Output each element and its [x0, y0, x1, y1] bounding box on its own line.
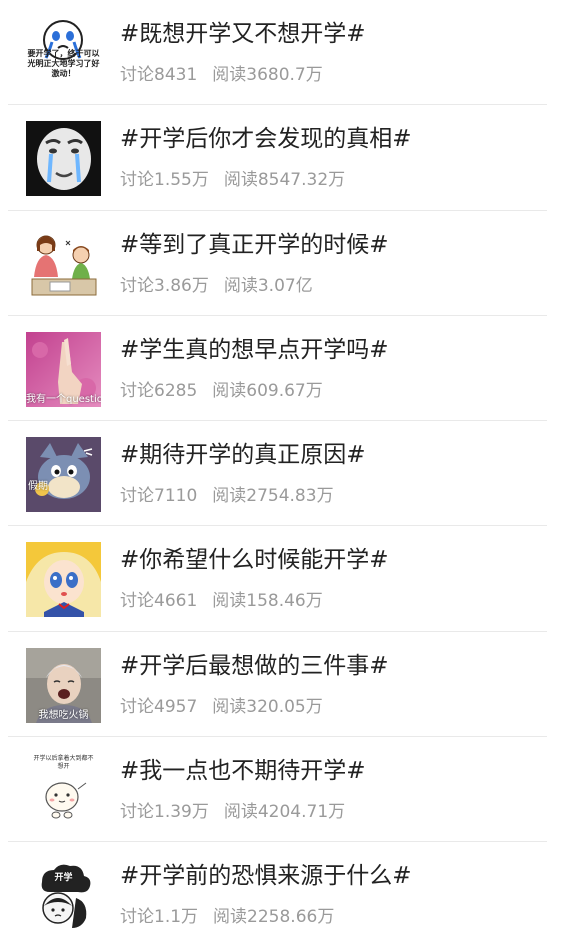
topic-item[interactable]: #开学后你才会发现的真相# 讨论1.55万 阅读8547.32万 [0, 105, 585, 211]
mother-child-homework-image [26, 226, 101, 302]
image-caption: 开学 [54, 873, 73, 884]
topic-title[interactable]: #我一点也不期待开学# [120, 751, 366, 785]
image-caption: 要开学了，终于可以光明正大地学习了好激动！ [27, 49, 100, 78]
topic-stats: 讨论1.39万 阅读4204.71万 [120, 797, 345, 822]
read-count: 阅读2754.83万 [212, 486, 334, 507]
topic-stats: 讨论4957 阅读320.05万 [120, 692, 323, 717]
discussion-count: 讨论6285 [120, 380, 198, 401]
image-caption: 开学以后拿着大到都不想开 [33, 755, 94, 771]
read-count: 阅读158.46万 [212, 591, 323, 612]
topic-item[interactable]: 开学以后拿着大到都不想开 #我一点也不期待开学# 讨论1.39万 阅读4204.7… [0, 737, 585, 843]
read-count: 阅读3.07亿 [223, 275, 313, 296]
read-count: 阅读3680.7万 [212, 65, 323, 85]
crying-emoji-image: 要开学了，终于可以光明正大地学习了好激动！ [26, 16, 101, 91]
discussion-count: 讨论1.55万 [120, 170, 209, 191]
topic-list: 要开学了，终于可以光明正大地学习了好激动！ #既想开学又不想开学# 讨论8431… [0, 0, 585, 948]
fear-cloud-image: 开学 [26, 858, 101, 934]
read-count: 阅读8547.32万 [223, 170, 346, 191]
topic-item[interactable]: 假期 #期待开学的真正原因# 讨论7110 阅读2754.83万 [0, 421, 585, 527]
read-count: 阅读609.67万 [212, 380, 323, 401]
topic-item[interactable]: 我想吃火锅 #开学后最想做的三件事# 讨论4957 阅读320.05万 [0, 632, 585, 738]
topic-item[interactable]: 我有一个question #学生真的想早点开学吗# 讨论6285 阅读609.67… [0, 316, 585, 422]
anime-girl-image [26, 542, 101, 618]
read-count: 阅读2258.66万 [213, 907, 335, 928]
topic-stats: 讨论1.1万 阅读2258.66万 [120, 902, 334, 927]
topic-item[interactable]: #等到了真正开学的时候# 讨论3.86万 阅读3.07亿 [0, 211, 585, 317]
image-caption: 我有一个question [26, 393, 101, 405]
read-count: 阅读4204.71万 [223, 802, 346, 823]
topic-stats: 讨论4661 阅读158.46万 [120, 586, 323, 611]
topic-title[interactable]: #既想开学又不想开学# [120, 14, 366, 48]
topic-stats: 讨论6285 阅读609.67万 [120, 376, 323, 401]
read-count: 阅读320.05万 [212, 696, 323, 717]
topic-title[interactable]: #学生真的想早点开学吗# [120, 330, 389, 364]
crying-person-image: 我想吃火锅 [26, 647, 101, 723]
topic-title[interactable]: #期待开学的真正原因# [120, 435, 366, 469]
discussion-count: 讨论8431 [120, 65, 198, 85]
topic-title[interactable]: #你希望什么时候能开学# [120, 540, 389, 574]
topic-title[interactable]: #等到了真正开学的时候# [120, 225, 389, 259]
discussion-count: 讨论3.86万 [120, 275, 209, 296]
image-caption: 我想吃火锅 [38, 709, 89, 721]
topic-item[interactable]: 要开学了，终于可以光明正大地学习了好激动！ #既想开学又不想开学# 讨论8431… [0, 0, 585, 106]
tom-cat-image: 假期 [26, 437, 101, 513]
topic-title[interactable]: #开学后你才会发现的真相# [120, 119, 412, 153]
discussion-count: 讨论4661 [120, 591, 198, 612]
topic-stats: 讨论1.55万 阅读8547.32万 [120, 165, 345, 190]
discussion-count: 讨论1.1万 [120, 907, 199, 928]
discussion-count: 讨论1.39万 [120, 802, 209, 823]
topic-title[interactable]: #开学后最想做的三件事# [120, 646, 389, 680]
topic-item[interactable]: #你希望什么时候能开学# 讨论4661 阅读158.46万 [0, 526, 585, 633]
topic-stats: 讨论8431 阅读3680.7万 [120, 60, 323, 85]
discussion-count: 讨论4957 [120, 696, 198, 717]
image-caption: 假期 [28, 481, 48, 493]
raised-hand-image: 我有一个question [26, 331, 101, 407]
cute-doodle-image: 开学以后拿着大到都不想开 [26, 753, 101, 829]
topic-stats: 讨论3.86万 阅读3.07亿 [120, 271, 313, 296]
topic-item[interactable]: 开学 #开学前的恐惧来源于什么# 讨论1.1万 阅读2258.66万 [0, 842, 585, 947]
discussion-count: 讨论7110 [120, 486, 198, 507]
topic-title[interactable]: #开学前的恐惧来源于什么# [120, 856, 412, 890]
topic-stats: 讨论7110 阅读2754.83万 [120, 481, 334, 506]
crying-face-meme-image [26, 121, 101, 197]
